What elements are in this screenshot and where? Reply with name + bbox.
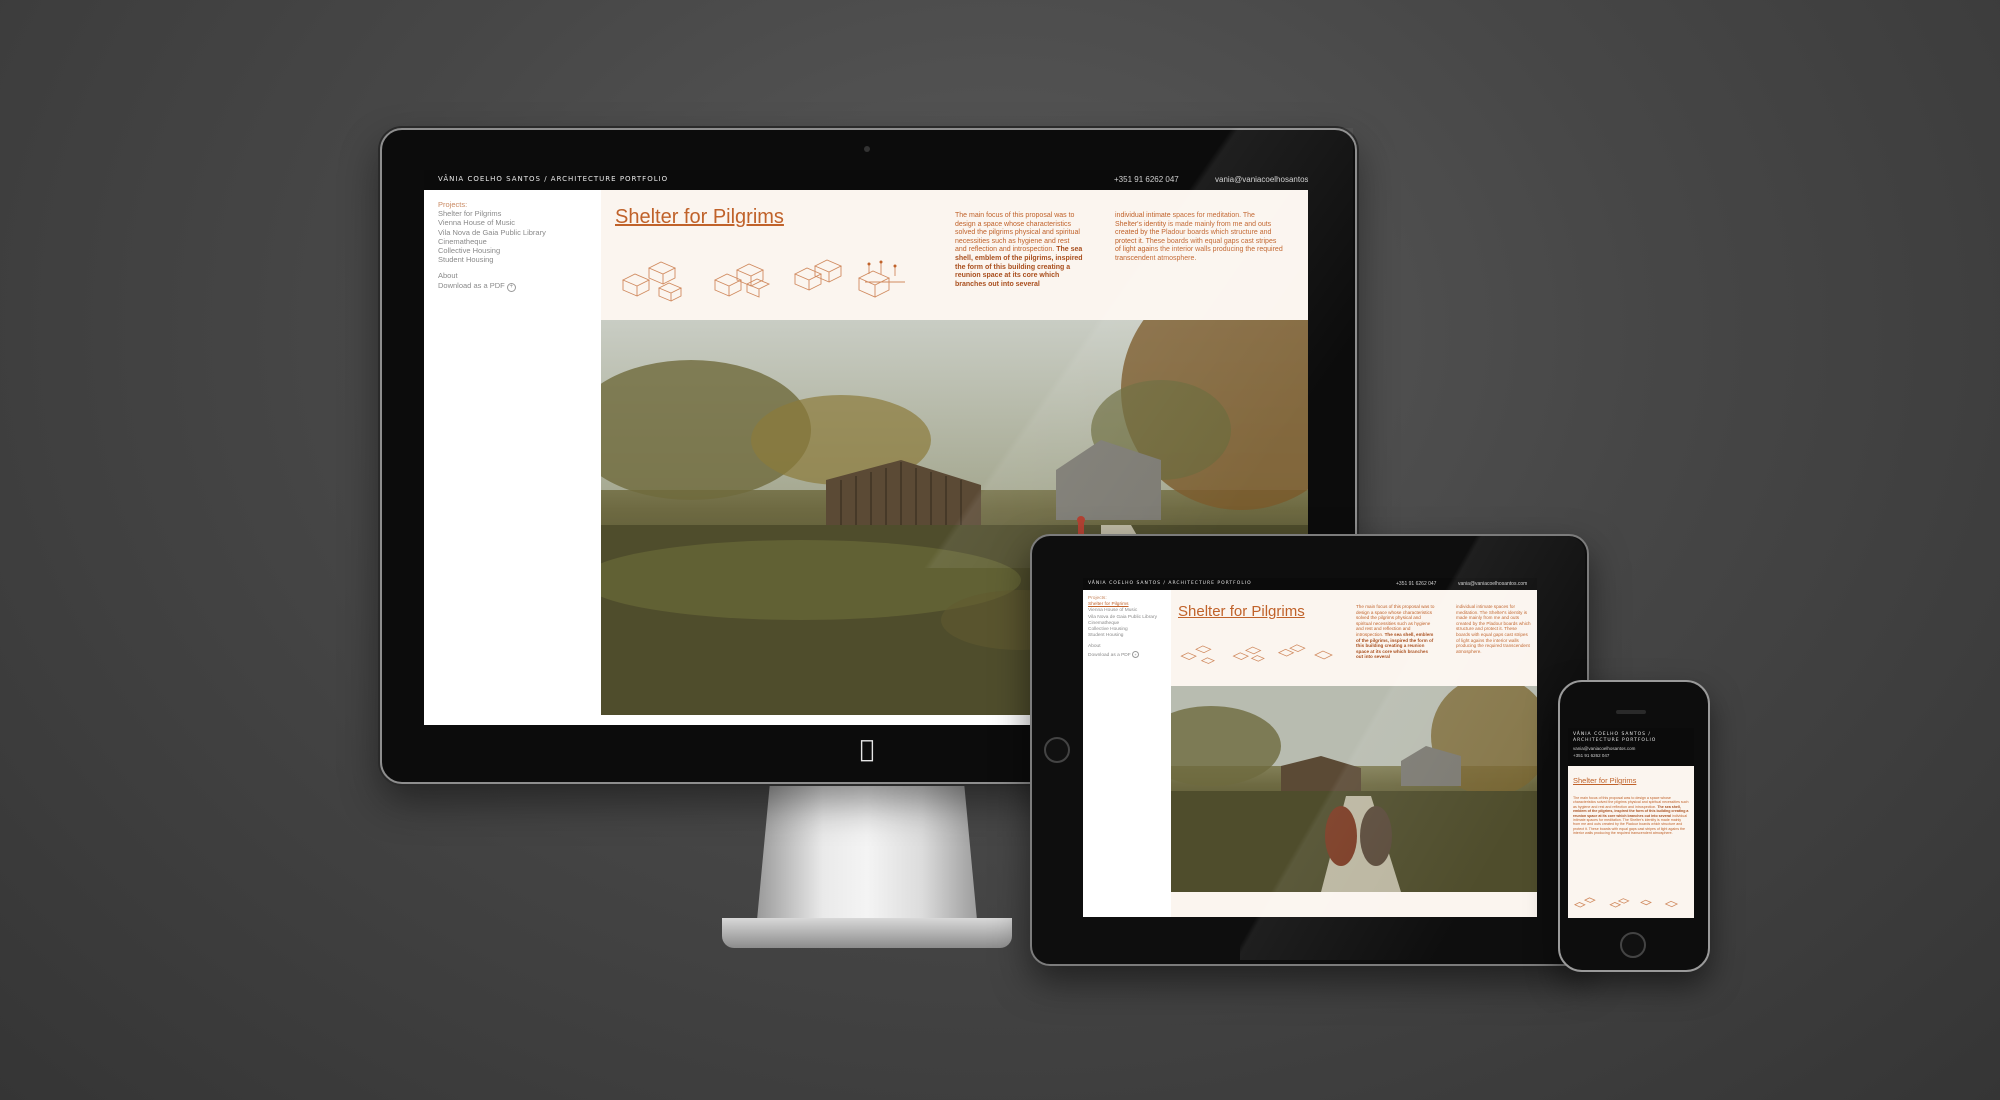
project-title[interactable]: Shelter for Pilgrims [615, 206, 784, 229]
project-description-col1: The main focus of this proposal was to d… [955, 212, 1083, 289]
project-content: Shelter for Pilgrims The main focus of t… [1568, 766, 1694, 918]
brand-title[interactable]: VÂNIA COELHO SANTOS / ARCHITECTURE PORTF… [438, 175, 668, 183]
email-link[interactable]: vania@vaniacoelhosantos.com [1458, 581, 1527, 587]
apple-logo-icon:  [856, 736, 878, 762]
sidebar: Projects: Shelter for Pilgrims Vienna Ho… [424, 190, 601, 725]
phone-number: +351 91 6262 047 [1396, 581, 1437, 587]
phone-number: +351 91 6262 047 [1114, 175, 1179, 184]
speaker-icon [1616, 710, 1646, 714]
site-header: VÂNIA COELHO SANTOS / ARCHITECTURE PORTF… [1083, 578, 1537, 590]
download-pdf-link[interactable]: Download as a PDF + [1088, 650, 1157, 659]
phone-number: +351 91 6262 047 [1573, 753, 1610, 758]
project-rendering-image [1171, 686, 1537, 892]
nav-item-vila-nova-de-gaia-public-library[interactable]: Vila Nova de Gaia Public Library [1088, 615, 1157, 621]
nav-item-cinematheque[interactable]: Cinematheque [438, 237, 546, 246]
nav-item-student-housing[interactable]: Student Housing [1088, 633, 1157, 639]
project-title[interactable]: Shelter for Pilgrims [1178, 603, 1305, 620]
download-icon: + [1132, 650, 1140, 658]
brand-title-line1[interactable]: VÂNIA COELHO SANTOS / [1573, 732, 1651, 737]
brand-title[interactable]: VÂNIA COELHO SANTOS / ARCHITECTURE PORTF… [1088, 581, 1252, 586]
project-description-col2: individual intimate spaces for meditatio… [1456, 604, 1531, 654]
nav-item-vila-nova-de-gaia-public-library[interactable]: Vila Nova de Gaia Public Library [438, 228, 546, 237]
sidebar: Projects: Shelter for Pilgrims Vienna Ho… [1083, 590, 1171, 917]
sketch-diagrams [621, 259, 905, 302]
home-button-icon[interactable] [1044, 737, 1070, 763]
project-header: Shelter for Pilgrims The main focus of t… [601, 190, 1308, 320]
nav-item-collective-housing[interactable]: Collective Housing [438, 246, 546, 255]
iphone-screen: VÂNIA COELHO SANTOS / ARCHITECTURE PORTF… [1568, 728, 1694, 918]
download-pdf-label: Download as a PDF [438, 280, 505, 290]
site-header: VÂNIA COELHO SANTOS / ARCHITECTURE PORTF… [1568, 728, 1694, 766]
home-button-icon[interactable] [1620, 932, 1646, 958]
nav-heading: Projects: [438, 200, 468, 209]
project-footer [1171, 892, 1537, 917]
project-title[interactable]: Shelter for Pilgrims [1573, 776, 1636, 785]
download-pdf-label: Download as a PDF [1088, 652, 1131, 658]
project-description-col1: The main focus of this proposal was to d… [1356, 604, 1436, 660]
email-link[interactable]: vania@vaniacoelhosantos.com [1573, 746, 1635, 751]
nav-item-shelter-for-pilgrims[interactable]: Shelter for Pilgrims [438, 209, 546, 218]
imac-stand-base [722, 918, 1012, 948]
nav-item-vienna-house-of-music[interactable]: Vienna House of Music [438, 218, 546, 227]
camera-icon [864, 146, 870, 152]
nav-item-about[interactable]: About [438, 271, 546, 280]
sketch-diagrams [1180, 644, 1333, 664]
project-description: The main focus of this proposal was to d… [1573, 796, 1689, 836]
download-icon: + [506, 282, 516, 292]
download-pdf-link[interactable]: Download as a PDF + [438, 281, 546, 292]
nav-item-student-housing[interactable]: Student Housing [438, 255, 546, 264]
project-header: Shelter for Pilgrims The main focus of t… [1171, 590, 1537, 686]
project-description-col2: individual intimate spaces for meditatio… [1115, 212, 1283, 262]
imac-stand [757, 780, 977, 920]
site-header: VÂNIA COELHO SANTOS / ARCHITECTURE PORTF… [424, 170, 1308, 190]
brand-title-line2[interactable]: ARCHITECTURE PORTFOLIO [1573, 738, 1656, 743]
sketch-diagrams [1573, 897, 1679, 908]
email-link[interactable]: vania@vaniacoelhosantos.com [1215, 175, 1308, 184]
ipad-screen: VÂNIA COELHO SANTOS / ARCHITECTURE PORTF… [1083, 578, 1537, 917]
